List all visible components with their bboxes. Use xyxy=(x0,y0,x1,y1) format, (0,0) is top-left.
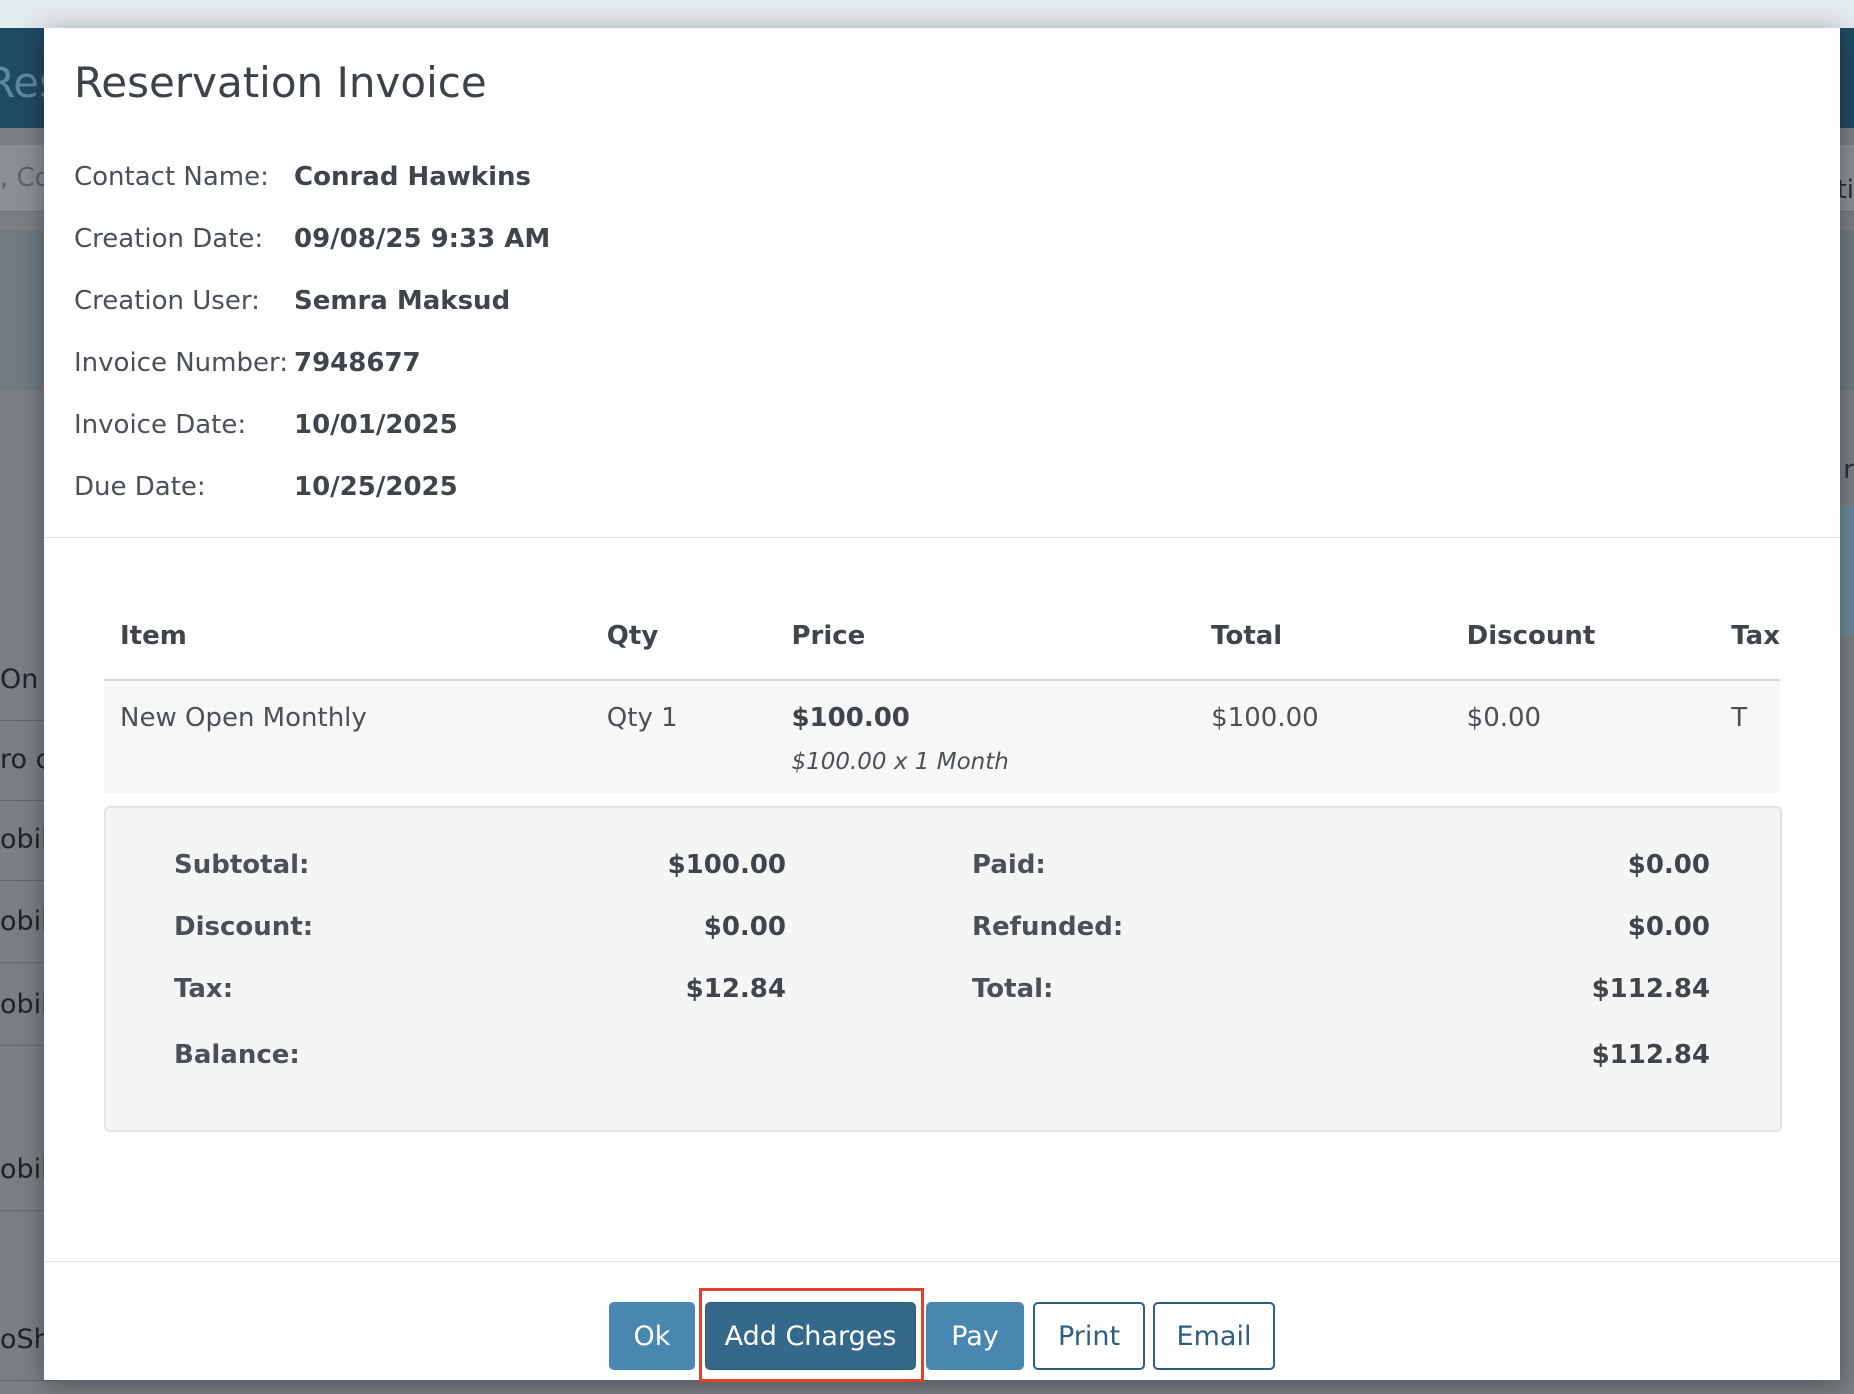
info-row-creation-user: Creation User: Semra Maksud xyxy=(74,270,550,332)
subtotal-label: Subtotal: xyxy=(174,850,310,880)
tax-label: Tax: xyxy=(174,974,234,1004)
invoice-info: Contact Name: Conrad Hawkins Creation Da… xyxy=(74,146,550,518)
info-value: 09/08/25 9:33 AM xyxy=(294,224,551,254)
email-button[interactable]: Email xyxy=(1153,1302,1275,1370)
discount-value: $0.00 xyxy=(703,912,786,942)
background-row-text: obil xyxy=(0,906,49,937)
table-header-row: Item Qty Price Total Discount Tax xyxy=(104,593,1780,681)
background-right-text: r xyxy=(1843,455,1854,485)
info-label: Invoice Date: xyxy=(74,410,247,440)
background-search-text: , Co xyxy=(0,163,51,193)
paid-value: $0.00 xyxy=(1627,850,1710,880)
print-button[interactable]: Print xyxy=(1033,1302,1145,1370)
column-header-price: Price xyxy=(775,593,1196,681)
discount-label: Discount: xyxy=(174,912,314,942)
table-row: New Open Monthly Qty 1 $100.00 $100.00 x… xyxy=(104,680,1780,793)
info-label: Due Date: xyxy=(74,472,206,502)
background-row-text: obil xyxy=(0,1154,49,1185)
total-value: $112.84 xyxy=(1591,974,1710,1004)
cell-total: $100.00 xyxy=(1195,680,1451,793)
info-row-contact-name: Contact Name: Conrad Hawkins xyxy=(74,146,550,208)
info-value: 10/25/2025 xyxy=(294,472,458,502)
balance-value: $112.84 xyxy=(1591,1040,1710,1070)
refunded-value: $0.00 xyxy=(1627,912,1710,942)
cell-price: $100.00 $100.00 x 1 Month xyxy=(775,680,1196,793)
cell-discount: $0.00 xyxy=(1450,680,1716,793)
info-label: Creation Date: xyxy=(74,224,264,254)
modal-footer: Ok Add Charges Pay Print Email xyxy=(44,1262,1840,1380)
background-row-text: ro c xyxy=(0,744,51,775)
totals-summary: Subtotal: $100.00 Discount: $0.00 Tax: $… xyxy=(104,806,1782,1132)
info-label: Invoice Number: xyxy=(74,348,288,378)
cell-qty: Qty 1 xyxy=(590,680,776,793)
line-items-table: Item Qty Price Total Discount Tax New Op… xyxy=(104,593,1780,793)
cell-item: New Open Monthly xyxy=(104,680,591,793)
refunded-label: Refunded: xyxy=(972,912,1124,942)
total-label: Total: xyxy=(972,974,1054,1004)
info-row-creation-date: Creation Date: 09/08/25 9:33 AM xyxy=(74,208,550,270)
info-row-due-date: Due Date: 10/25/2025 xyxy=(74,456,550,518)
info-label: Contact Name: xyxy=(74,162,269,192)
add-charges-button[interactable]: Add Charges xyxy=(705,1302,916,1370)
info-value: Semra Maksud xyxy=(294,286,511,316)
paid-label: Paid: xyxy=(972,850,1046,880)
column-header-tax: Tax xyxy=(1715,593,1780,681)
info-row-invoice-number: Invoice Number: 7948677 xyxy=(74,332,550,394)
info-value: Conrad Hawkins xyxy=(294,162,531,192)
info-row-invoice-date: Invoice Date: 10/01/2025 xyxy=(74,394,550,456)
background-top-bar xyxy=(0,0,1854,28)
column-header-total: Total xyxy=(1195,593,1451,681)
background-right-strip xyxy=(1838,505,1854,635)
background-row-text: obil xyxy=(0,989,49,1020)
balance-label: Balance: xyxy=(174,1040,300,1070)
pay-button[interactable]: Pay xyxy=(926,1302,1024,1370)
price-detail: $100.00 x 1 Month xyxy=(791,749,1009,775)
price-amount: $100.00 xyxy=(791,703,910,733)
tax-value: $12.84 xyxy=(685,974,786,1004)
header-divider xyxy=(44,537,1840,538)
subtotal-value: $100.00 xyxy=(667,850,786,880)
info-value: 7948677 xyxy=(294,348,421,378)
cell-tax: T xyxy=(1715,680,1780,793)
reservation-invoice-modal: Reservation Invoice Contact Name: Conrad… xyxy=(44,28,1840,1382)
modal-title: Reservation Invoice xyxy=(74,58,487,107)
column-header-qty: Qty xyxy=(590,593,776,681)
column-header-discount: Discount xyxy=(1450,593,1716,681)
column-header-item: Item xyxy=(104,593,591,681)
background-row-text: obil xyxy=(0,824,49,855)
info-value: 10/01/2025 xyxy=(294,410,458,440)
ok-button[interactable]: Ok xyxy=(609,1302,695,1370)
info-label: Creation User: xyxy=(74,286,260,316)
